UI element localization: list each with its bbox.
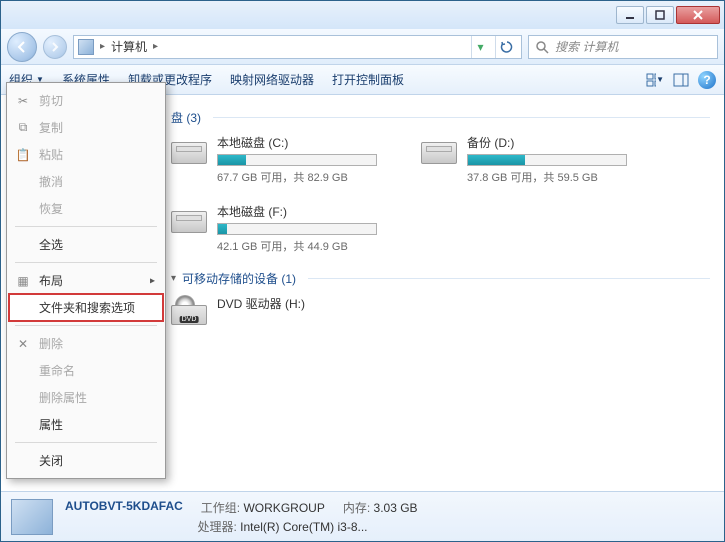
breadcrumb-chevron-icon: ▸ — [100, 41, 105, 52]
divider — [308, 278, 710, 279]
back-button[interactable] — [7, 32, 37, 62]
drive-name: 备份 (D:) — [467, 134, 641, 151]
breadcrumb[interactable]: 计算机 — [111, 38, 147, 55]
forward-button[interactable] — [43, 35, 67, 59]
breadcrumb-chevron-icon: ▸ — [153, 41, 158, 52]
menu-item-properties[interactable]: 属性 — [9, 411, 163, 438]
drive-stat: 42.1 GB 可用，共 44.9 GB — [217, 238, 391, 254]
address-bar[interactable]: ▸ 计算机 ▸ ▾ — [73, 35, 522, 59]
chevron-down-icon: ▾ — [171, 273, 176, 284]
computer-icon — [78, 39, 94, 55]
search-input[interactable]: 搜索 计算机 — [528, 35, 718, 59]
view-options-button[interactable]: ▼ — [646, 71, 664, 89]
computer-icon — [11, 499, 53, 535]
menu-item-delete[interactable]: ✕删除 — [9, 330, 163, 357]
hard-drive-icon — [171, 203, 207, 233]
paste-icon: 📋 — [15, 147, 31, 163]
menu-item-undo[interactable]: 撤消 — [9, 168, 163, 195]
usage-bar — [217, 154, 377, 166]
hard-drive-icon — [421, 134, 457, 164]
explorer-window: ▸ 计算机 ▸ ▾ 搜索 计算机 组织 ▼ 系统属性 卸载或更改程序 映射网络驱… — [0, 0, 725, 542]
status-bar: AUTOBVT-5KDAFAC 工作组: WORKGROUP 内存: 3.03 … — [1, 491, 724, 541]
cut-icon: ✂ — [15, 93, 31, 109]
drive-item[interactable]: 本地磁盘 (F:) 42.1 GB 可用，共 44.9 GB — [171, 203, 391, 254]
help-button[interactable]: ? — [698, 71, 716, 89]
menu-item-folder-options[interactable]: 文件夹和搜索选项 — [9, 294, 163, 321]
minimize-button[interactable] — [616, 6, 644, 24]
chevron-down-icon: ▼ — [656, 75, 664, 84]
menu-item-paste[interactable]: 📋粘贴 — [9, 141, 163, 168]
search-icon — [535, 40, 549, 54]
menu-item-rename[interactable]: 重命名 — [9, 357, 163, 384]
drive-item[interactable]: 本地磁盘 (C:) 67.7 GB 可用，共 82.9 GB — [171, 134, 391, 185]
menu-item-close[interactable]: 关闭 — [9, 447, 163, 474]
layout-icon: ▦ — [15, 273, 31, 289]
menu-item-remove-properties[interactable]: 删除属性 — [9, 384, 163, 411]
map-network-drive-button[interactable]: 映射网络驱动器 — [230, 71, 314, 88]
drive-stat: 67.7 GB 可用，共 82.9 GB — [217, 169, 391, 185]
separator — [15, 325, 157, 326]
close-button[interactable] — [676, 6, 720, 24]
open-control-panel-button[interactable]: 打开控制面板 — [332, 71, 404, 88]
delete-icon: ✕ — [15, 336, 31, 352]
separator — [15, 262, 157, 263]
drive-name: 本地磁盘 (F:) — [217, 203, 391, 220]
drive-item[interactable]: 备份 (D:) 37.8 GB 可用，共 59.5 GB — [421, 134, 641, 185]
nav-bar: ▸ 计算机 ▸ ▾ 搜索 计算机 — [1, 29, 724, 65]
maximize-button[interactable] — [646, 6, 674, 24]
refresh-button[interactable] — [495, 36, 517, 58]
computer-name: AUTOBVT-5KDAFAC — [65, 499, 183, 516]
menu-item-redo[interactable]: 恢复 — [9, 195, 163, 222]
titlebar — [1, 1, 724, 29]
separator — [15, 442, 157, 443]
copy-icon: ⧉ — [15, 120, 31, 136]
search-placeholder: 搜索 计算机 — [555, 38, 618, 55]
menu-item-copy[interactable]: ⧉复制 — [9, 114, 163, 141]
drive-name: DVD 驱动器 (H:) — [217, 295, 391, 312]
preview-pane-button[interactable] — [672, 71, 690, 89]
divider — [213, 117, 710, 118]
hard-drive-icon — [171, 134, 207, 164]
menu-item-layout[interactable]: ▦布局▸ — [9, 267, 163, 294]
organize-menu: ✂剪切 ⧉复制 📋粘贴 撤消 恢复 全选 ▦布局▸ 文件夹和搜索选项 ✕删除 重… — [6, 82, 166, 479]
address-dropdown-button[interactable]: ▾ — [471, 36, 489, 58]
menu-item-select-all[interactable]: 全选 — [9, 231, 163, 258]
usage-bar — [467, 154, 627, 166]
drive-stat: 37.8 GB 可用，共 59.5 GB — [467, 169, 641, 185]
drive-name: 本地磁盘 (C:) — [217, 134, 391, 151]
drive-item[interactable]: DVD DVD 驱动器 (H:) — [171, 295, 391, 325]
chevron-right-icon: ▸ — [150, 275, 155, 286]
separator — [15, 226, 157, 227]
dvd-drive-icon: DVD — [171, 295, 207, 325]
menu-item-cut[interactable]: ✂剪切 — [9, 87, 163, 114]
usage-bar — [217, 223, 377, 235]
